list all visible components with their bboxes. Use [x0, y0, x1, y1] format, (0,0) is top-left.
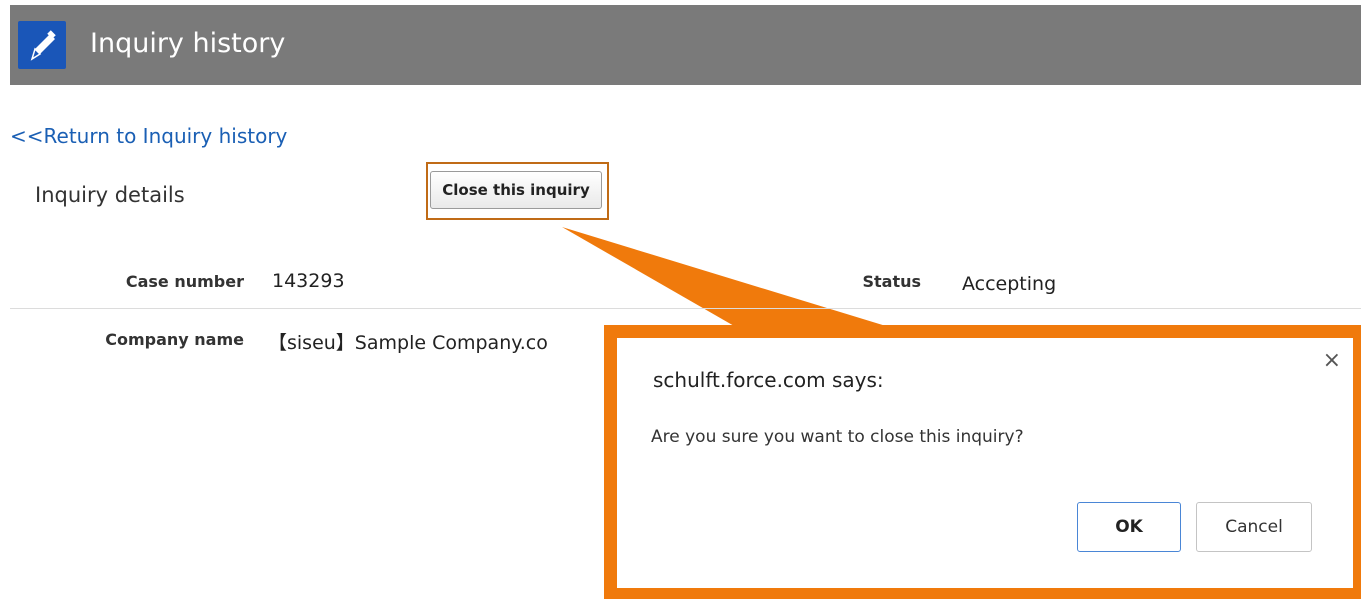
company-name-value: 【siseu】Sample Company.co	[268, 332, 548, 354]
status-value: Accepting	[962, 273, 1057, 295]
dialog-title: schulft.force.com says:	[653, 368, 884, 392]
status-label: Status	[862, 272, 921, 291]
dialog-message: Are you sure you want to close this inqu…	[651, 427, 1024, 447]
close-icon[interactable]: ×	[1323, 348, 1341, 374]
case-number-label: Case number	[125, 272, 244, 291]
cancel-button[interactable]: Cancel	[1196, 502, 1312, 552]
row-divider	[10, 308, 1361, 309]
case-number-value: 143293	[272, 270, 345, 292]
confirm-dialog: schulft.force.com says: × Are you sure y…	[617, 338, 1353, 588]
company-name-label: Company name	[105, 330, 244, 349]
ok-button[interactable]: OK	[1077, 502, 1181, 552]
